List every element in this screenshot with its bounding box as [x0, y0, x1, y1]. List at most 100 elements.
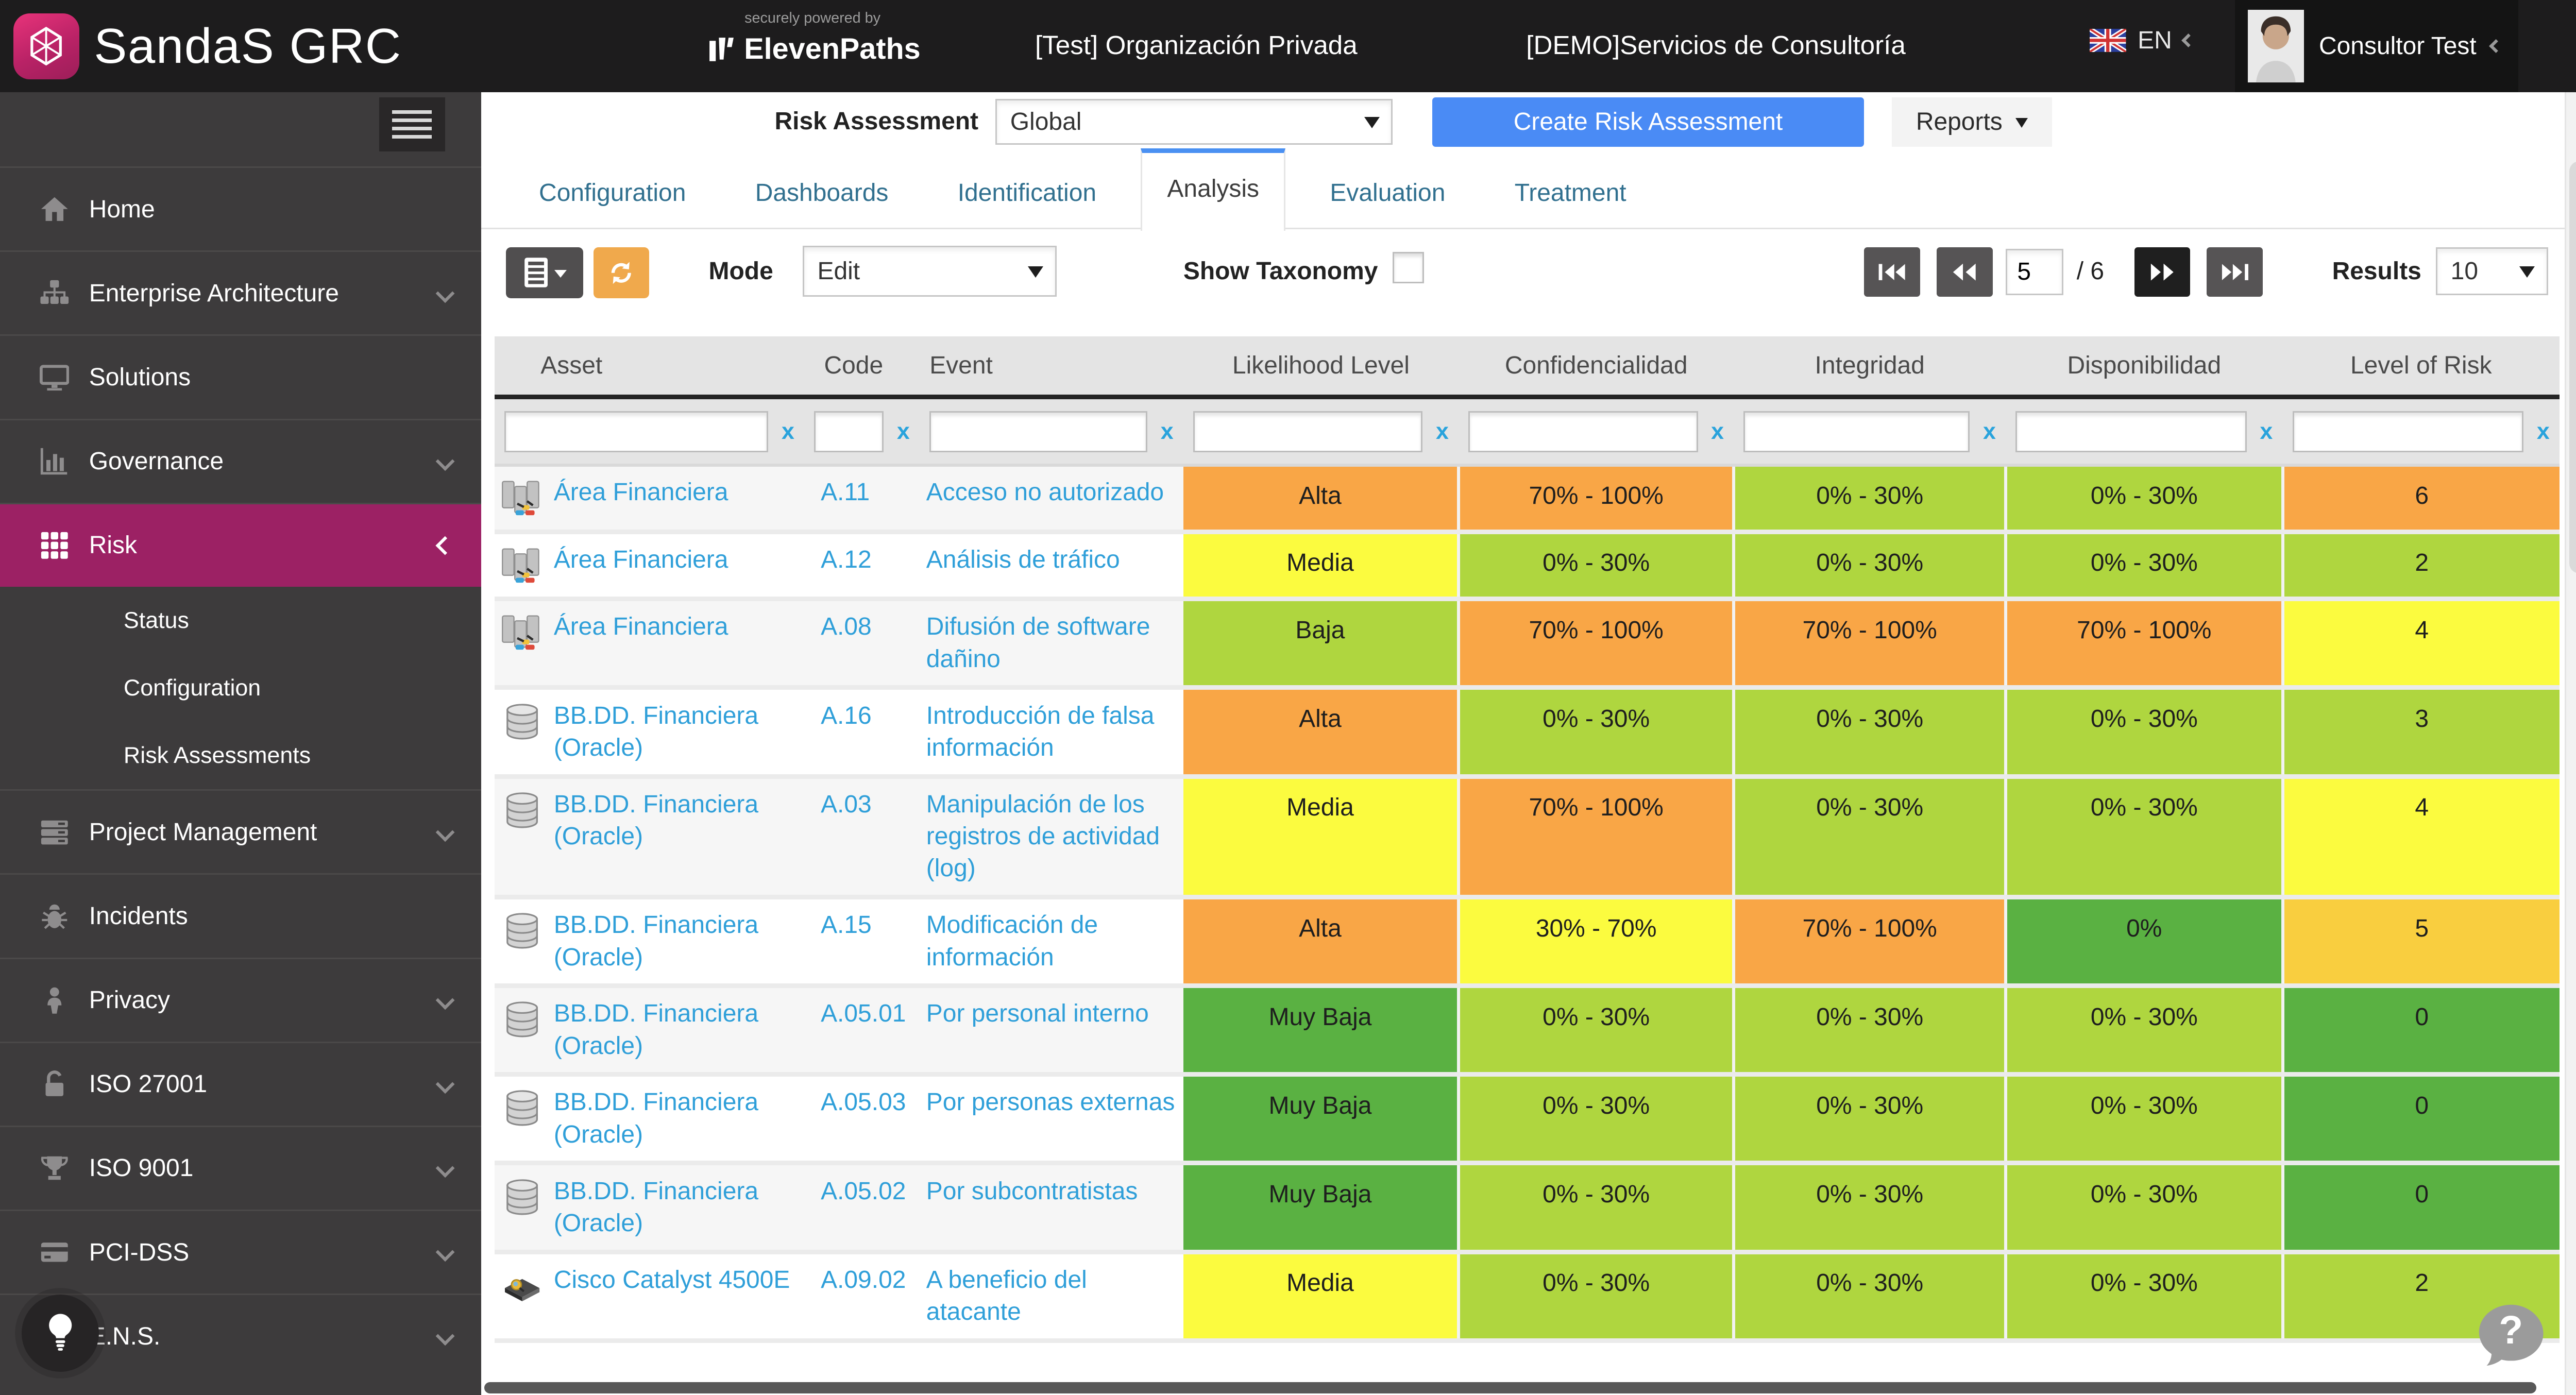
filter-input-confidencialidad[interactable]	[1468, 411, 1698, 452]
sidebar-item-project-management[interactable]: Project Management	[0, 789, 481, 873]
confidentiality-cell[interactable]: 0% - 30%	[1459, 1075, 1734, 1163]
tab-configuration[interactable]: Configuration	[514, 155, 710, 228]
refresh-button[interactable]	[594, 247, 650, 298]
integrity-cell[interactable]: 70% - 100%	[1734, 897, 2006, 986]
code-link[interactable]: A.08	[821, 613, 872, 640]
event-link[interactable]: Por personas externas	[926, 1088, 1175, 1116]
asset-link[interactable]: BB.DD. Financiera (Oracle)	[554, 909, 798, 974]
filter-clear-confidencialidad[interactable]: x	[1711, 418, 1724, 445]
likelihood-cell[interactable]: Muy Baja	[1183, 986, 1459, 1075]
confidentiality-cell[interactable]: 0% - 30%	[1459, 986, 1734, 1075]
sidebar-item-enterprise-architecture[interactable]: Enterprise Architecture	[0, 250, 481, 334]
event-link[interactable]: Por personal interno	[926, 1000, 1149, 1027]
vertical-scrollbar-thumb[interactable]	[2569, 161, 2576, 573]
user-menu[interactable]: Consultor Test	[2235, 0, 2518, 92]
asset-link[interactable]: BB.DD. Financiera (Oracle)	[554, 789, 798, 853]
confidentiality-cell[interactable]: 70% - 100%	[1459, 465, 1734, 532]
asset-link[interactable]: Cisco Catalyst 4500E	[554, 1264, 790, 1307]
sidebar-toggle-button[interactable]	[379, 97, 445, 152]
tab-identification[interactable]: Identification	[933, 155, 1121, 228]
availability-cell[interactable]: 0% - 30%	[2006, 986, 2282, 1075]
horizontal-scrollbar-thumb[interactable]	[484, 1382, 2536, 1393]
integrity-cell[interactable]: 0% - 30%	[1734, 1163, 2006, 1252]
tab-dashboards[interactable]: Dashboards	[731, 155, 913, 228]
filter-clear-integridad[interactable]: x	[1983, 418, 1996, 445]
availability-cell[interactable]: 0% - 30%	[2006, 776, 2282, 897]
code-link[interactable]: A.05.02	[821, 1178, 906, 1205]
filter-clear-likelihood-level[interactable]: x	[1436, 418, 1449, 445]
integrity-cell[interactable]: 70% - 100%	[1734, 599, 2006, 688]
code-link[interactable]: A.11	[821, 479, 870, 506]
risk-assessment-select[interactable]: Global	[995, 99, 1393, 145]
asset-link[interactable]: Área Financiera	[554, 544, 728, 587]
integrity-cell[interactable]: 0% - 30%	[1734, 465, 2006, 532]
filter-input-likelihood-level[interactable]	[1193, 411, 1422, 452]
event-link[interactable]: Análisis de tráfico	[926, 546, 1120, 573]
sidebar-subitem-risk-assessments[interactable]: Risk Assessments	[0, 722, 481, 789]
tab-treatment[interactable]: Treatment	[1490, 155, 1651, 228]
column-header-confidencialidad[interactable]: Confidencialidad	[1459, 336, 1734, 397]
sidebar-subitem-status[interactable]: Status	[0, 587, 481, 654]
integrity-cell[interactable]: 0% - 30%	[1734, 776, 2006, 897]
likelihood-cell[interactable]: Muy Baja	[1183, 1075, 1459, 1163]
sidebar-item-incidents[interactable]: Incidents	[0, 873, 481, 957]
filter-input-disponibilidad[interactable]	[2015, 411, 2247, 452]
event-link[interactable]: Introducción de falsa información	[926, 702, 1155, 761]
filter-clear-disponibilidad[interactable]: x	[2260, 418, 2273, 445]
confidentiality-cell[interactable]: 0% - 30%	[1459, 688, 1734, 776]
asset-link[interactable]: Área Financiera	[554, 611, 728, 654]
likelihood-cell[interactable]: Media	[1183, 776, 1459, 897]
pagination-next-button[interactable]	[2134, 247, 2191, 297]
sidebar-subitem-configuration[interactable]: Configuration	[0, 654, 481, 722]
availability-cell[interactable]: 0%	[2006, 897, 2282, 986]
availability-cell[interactable]: 0% - 30%	[2006, 1163, 2282, 1252]
create-risk-assessment-button[interactable]: Create Risk Assessment	[1432, 97, 1864, 147]
code-link[interactable]: A.05.03	[821, 1088, 906, 1116]
sidebar-item-privacy[interactable]: Privacy	[0, 958, 481, 1042]
availability-cell[interactable]: 0% - 30%	[2006, 1075, 2282, 1163]
likelihood-cell[interactable]: Media	[1183, 1252, 1459, 1340]
code-link[interactable]: A.12	[821, 546, 872, 573]
filter-clear-event[interactable]: x	[1161, 418, 1174, 445]
availability-cell[interactable]: 0% - 30%	[2006, 688, 2282, 776]
tab-analysis[interactable]: Analysis	[1141, 148, 1285, 231]
column-header-asset[interactable]: Asset	[495, 336, 804, 397]
availability-cell[interactable]: 0% - 30%	[2006, 532, 2282, 599]
filter-input-level-of-risk[interactable]	[2293, 411, 2524, 452]
event-link[interactable]: Modificación de información	[926, 911, 1098, 971]
pagination-first-button[interactable]	[1864, 247, 1920, 297]
availability-cell[interactable]: 70% - 100%	[2006, 599, 2282, 688]
filter-input-event[interactable]	[929, 411, 1147, 452]
asset-link[interactable]: Área Financiera	[554, 477, 728, 519]
sidebar-item-governance[interactable]: Governance	[0, 419, 481, 503]
filter-input-code[interactable]	[814, 411, 884, 452]
likelihood-cell[interactable]: Alta	[1183, 465, 1459, 532]
column-header-disponibilidad[interactable]: Disponibilidad	[2006, 336, 2282, 397]
column-header-integridad[interactable]: Integridad	[1734, 336, 2006, 397]
likelihood-cell[interactable]: Alta	[1183, 688, 1459, 776]
integrity-cell[interactable]: 0% - 30%	[1734, 532, 2006, 599]
event-link[interactable]: Difusión de software dañino	[926, 613, 1150, 672]
vertical-scrollbar[interactable]	[2565, 92, 2576, 1395]
likelihood-cell[interactable]: Alta	[1183, 897, 1459, 986]
likelihood-cell[interactable]: Media	[1183, 532, 1459, 599]
integrity-cell[interactable]: 0% - 30%	[1734, 688, 2006, 776]
code-link[interactable]: A.09.02	[821, 1266, 906, 1294]
availability-cell[interactable]: 0% - 30%	[2006, 1252, 2282, 1340]
filter-clear-asset[interactable]: x	[782, 418, 794, 445]
column-header-event[interactable]: Event	[920, 336, 1183, 397]
hint-lightbulb-button[interactable]	[22, 1295, 99, 1372]
sidebar-item-pci-dss[interactable]: PCI-DSS	[0, 1210, 481, 1294]
likelihood-cell[interactable]: Baja	[1183, 599, 1459, 688]
asset-link[interactable]: BB.DD. Financiera (Oracle)	[554, 1176, 798, 1240]
integrity-cell[interactable]: 0% - 30%	[1734, 1252, 2006, 1340]
integrity-cell[interactable]: 0% - 30%	[1734, 1075, 2006, 1163]
confidentiality-cell[interactable]: 0% - 30%	[1459, 532, 1734, 599]
event-link[interactable]: Por subcontratistas	[926, 1178, 1138, 1205]
mode-select[interactable]: Edit	[803, 246, 1057, 297]
filter-input-asset[interactable]	[504, 411, 769, 452]
integrity-cell[interactable]: 0% - 30%	[1734, 986, 2006, 1075]
column-header-likelihood-level[interactable]: Likelihood Level	[1183, 336, 1459, 397]
event-link[interactable]: A beneficio del atacante	[926, 1266, 1087, 1325]
help-button[interactable]: ?	[2472, 1298, 2550, 1375]
